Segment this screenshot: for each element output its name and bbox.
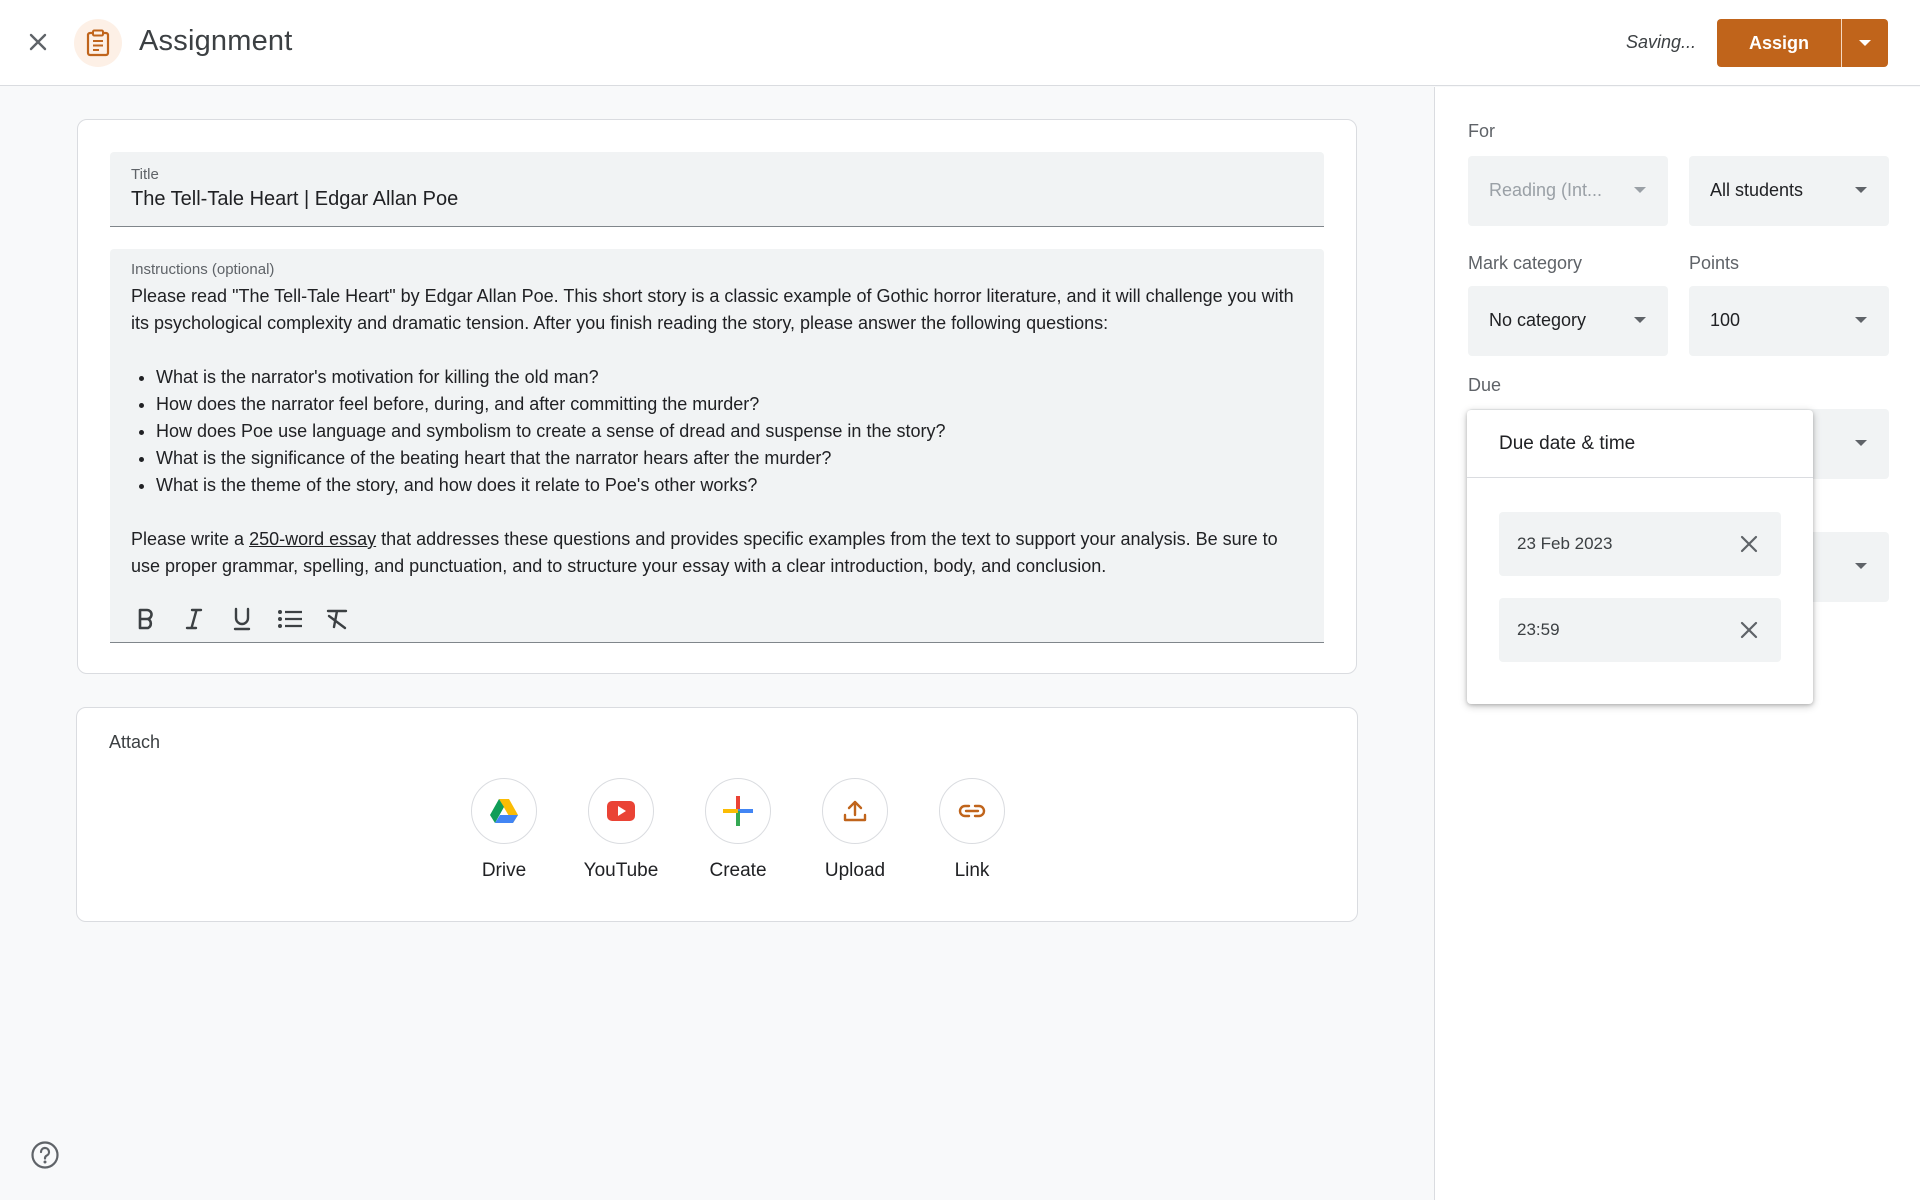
due-label: Due [1468,375,1502,395]
clear-formatting-button[interactable] [314,599,362,639]
points-select-value: 100 [1710,310,1741,330]
create-icon [723,796,753,826]
students-select-value: All students [1710,180,1804,200]
due-date-field[interactable]: 23 Feb 2023 [1499,512,1781,576]
create-circle [705,778,771,844]
question-item: What is the significance of the beating … [156,445,1301,472]
attach-drive-button[interactable]: Drive [449,778,559,882]
category-select[interactable]: No category [1468,286,1668,356]
underline-icon [233,607,251,631]
title-label: Title [131,166,159,183]
due-date-popup: Due date & time 23 Feb 2023 23:59 [1467,410,1813,704]
due-time-field[interactable]: 23:59 [1499,598,1781,662]
upload-circle [822,778,888,844]
attach-card: Attach Drive YouTube Create Upload Link [76,707,1358,922]
youtube-circle [588,778,654,844]
help-icon [31,1141,59,1169]
attach-label: Attach [109,732,161,752]
attach-create-label: Create [709,860,767,881]
bulleted-list-icon [278,610,302,628]
drive-circle [471,778,537,844]
link-icon [958,804,986,818]
clipboard-icon [86,29,110,57]
points-label: Points [1689,253,1740,273]
attach-link-button[interactable]: Link [917,778,1027,882]
close-icon [29,33,47,51]
due-date-value: 23 Feb 2023 [1517,534,1613,553]
assign-split-button: Assign [1717,19,1888,67]
class-select[interactable]: Reading (Int... [1468,156,1668,226]
points-select[interactable]: 100 [1689,286,1889,356]
assign-button[interactable]: Assign [1717,19,1841,67]
main-content: Title The Tell-Tale Heart | Edgar Allan … [0,87,1434,1200]
question-item: How does the narrator feel before, durin… [156,391,1301,418]
bold-icon [138,608,153,630]
due-time-value: 23:59 [1517,620,1560,639]
formatting-toolbar [122,599,362,639]
due-popup-header: Due date & time [1467,410,1813,478]
instructions-intro: Please read "The Tell-Tale Heart" by Edg… [131,286,1294,333]
question-item: What is the theme of the story, and how … [156,472,1301,499]
mark-category-label: Mark category [1468,253,1583,273]
saving-status: Saving... [1625,32,1696,52]
attach-drive-label: Drive [481,860,527,881]
title-field[interactable]: Title The Tell-Tale Heart | Edgar Allan … [110,152,1324,227]
clear-time-button[interactable] [1737,618,1761,642]
category-select-arrow-icon [1634,317,1646,323]
attach-youtube-label: YouTube [583,860,659,881]
instructions-closing: Please write a 250-word essay that addre… [131,526,1301,580]
link-circle [939,778,1005,844]
assignment-badge [74,19,122,67]
students-select[interactable]: All students [1689,156,1889,226]
italic-icon [185,608,203,630]
italic-button[interactable] [170,599,218,639]
attach-link-label: Link [954,860,990,881]
details-card: Title The Tell-Tale Heart | Edgar Allan … [77,119,1357,674]
attach-upload-label: Upload [824,860,886,881]
top-bar: Assignment Saving... Assign [0,0,1920,86]
attach-youtube-button[interactable]: YouTube [566,778,676,882]
students-select-arrow-icon [1855,187,1867,193]
clear-date-button[interactable] [1737,532,1761,556]
topic-select-arrow-icon [1855,563,1867,569]
page-title: Assignment [139,25,293,57]
essay-underlined-text: 250-word essay [249,529,377,549]
questions-list: What is the narrator's motivation for ki… [156,364,1301,499]
close-button[interactable] [18,22,58,62]
help-button[interactable] [30,1140,60,1170]
due-popup-title: Due date & time [1499,433,1636,454]
bulleted-list-button[interactable] [266,599,314,639]
instructions-label: Instructions (optional) [131,261,275,278]
due-select-arrow-icon [1855,440,1867,446]
bold-button[interactable] [122,599,170,639]
close-icon [1740,535,1758,553]
clear-formatting-icon [326,609,348,630]
class-select-arrow-icon [1634,187,1646,193]
for-label: For [1468,121,1495,141]
class-select-value: Reading (Int... [1489,180,1603,200]
points-select-arrow-icon [1855,317,1867,323]
assign-options-button[interactable] [1842,19,1888,67]
underline-button[interactable] [218,599,266,639]
drive-icon [490,799,518,823]
instructions-editor[interactable]: Please read "The Tell-Tale Heart" by Edg… [131,283,1301,580]
title-input[interactable]: The Tell-Tale Heart | Edgar Allan Poe [131,188,458,211]
attach-upload-button[interactable]: Upload [800,778,910,882]
upload-icon [843,800,867,822]
question-item: What is the narrator's motivation for ki… [156,364,1301,391]
youtube-icon [607,801,635,821]
closing-text-start: Please write a [131,529,250,549]
attach-create-button[interactable]: Create [683,778,793,882]
caret-down-icon [1859,40,1871,46]
close-icon [1740,621,1758,639]
question-item: How does Poe use language and symbolism … [156,418,1301,445]
category-select-value: No category [1489,310,1587,330]
instructions-field[interactable]: Instructions (optional) Please read "The… [110,249,1324,643]
